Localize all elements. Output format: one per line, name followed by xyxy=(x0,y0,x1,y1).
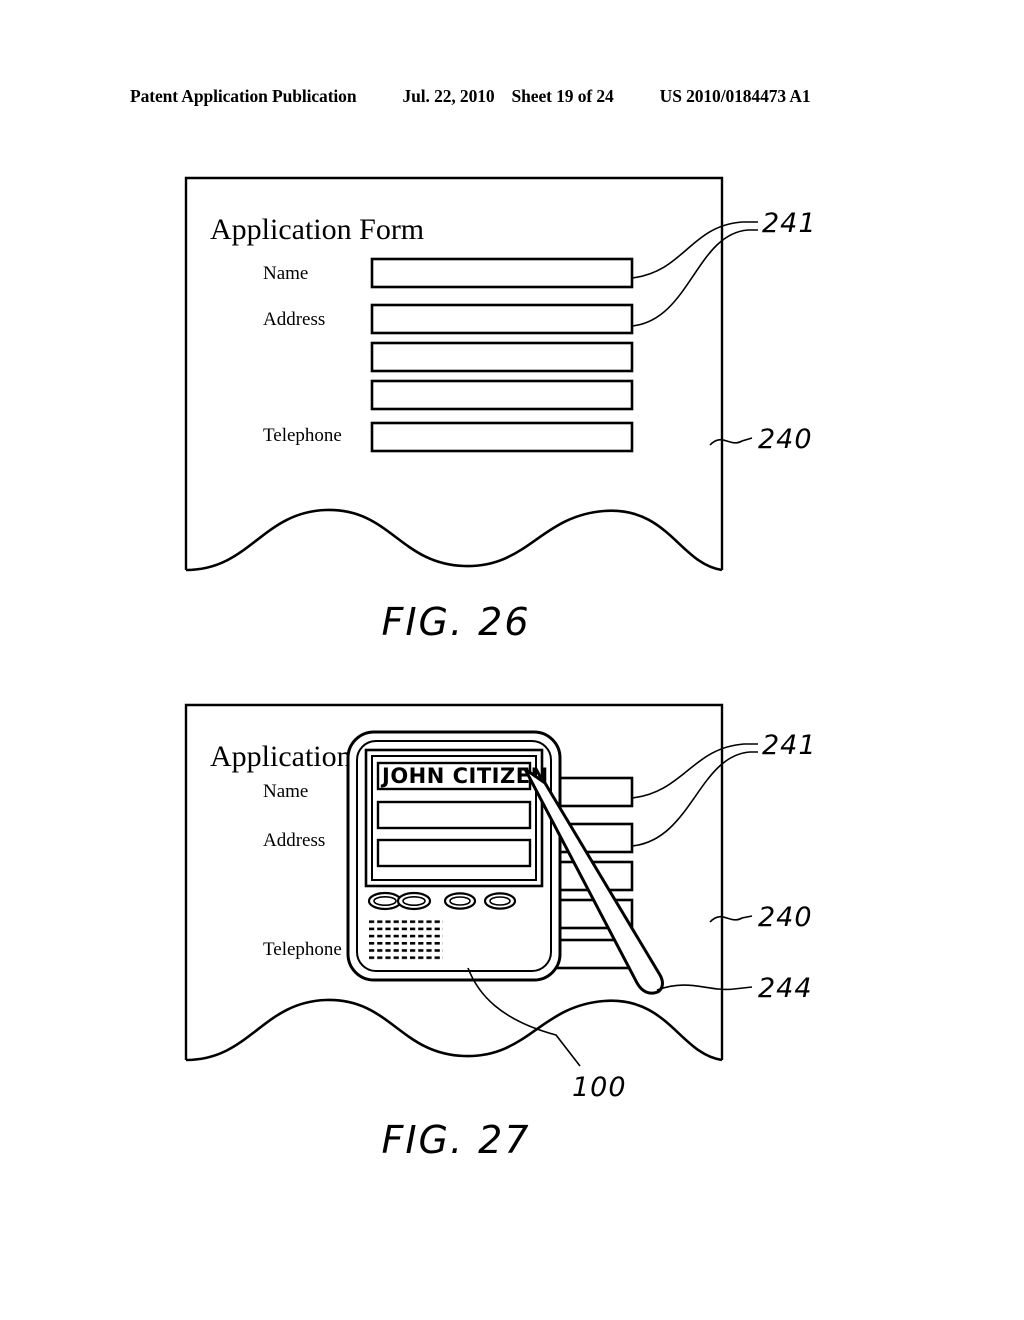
leader-line-241b-26 xyxy=(631,229,758,327)
reference-numeral-241-27: 241 xyxy=(762,730,817,761)
header-sheet-text: Sheet 19 of 24 xyxy=(511,86,614,106)
field-label-name-26: Name xyxy=(263,263,308,284)
figure-26-caption: FIG. 26 xyxy=(381,600,531,644)
handheld-device-100[interactable]: JOHN CITIZEN xyxy=(346,730,562,982)
device-screen-field-address[interactable] xyxy=(376,800,532,830)
torn-edge-26 xyxy=(185,508,723,572)
form-field-box-name-26[interactable] xyxy=(370,257,634,289)
leader-line-241a-26 xyxy=(631,221,758,279)
leader-line-240-27 xyxy=(709,915,753,923)
field-label-telephone-27: Telephone xyxy=(263,939,342,960)
leader-line-100-27 xyxy=(467,967,581,1067)
header-publication-text: Patent Application Publication xyxy=(130,86,357,106)
device-button-4[interactable] xyxy=(483,892,517,910)
field-label-address-26: Address xyxy=(263,309,325,330)
leader-line-241a-27 xyxy=(631,743,758,799)
figure-27: Application Form Name Address Telephone … xyxy=(0,690,1024,1190)
reference-numeral-100-27: 100 xyxy=(572,1072,627,1103)
reference-numeral-244-27: 244 xyxy=(758,973,813,1004)
field-label-address-27: Address xyxy=(263,830,325,851)
leader-line-240-26 xyxy=(709,437,753,446)
form-field-box-address2-26[interactable] xyxy=(370,341,634,373)
device-speaker-grille xyxy=(367,917,443,963)
figure-27-drawing: Application Form Name Address Telephone … xyxy=(184,703,817,1103)
field-label-name-27: Name xyxy=(263,781,308,802)
reference-numeral-240-27: 240 xyxy=(758,902,813,933)
figure-26-drawing: Application Form Name Address Telephone … xyxy=(184,176,817,572)
leader-line-244-27 xyxy=(656,984,753,991)
form-field-box-address-26[interactable] xyxy=(370,303,634,335)
device-button-1[interactable] xyxy=(367,891,403,911)
torn-edge-27 xyxy=(185,998,723,1062)
reference-numeral-241-26: 241 xyxy=(762,208,817,239)
form-field-box-telephone-26[interactable] xyxy=(370,421,634,453)
page-header: Patent Application Publication Jul. 22, … xyxy=(130,86,894,110)
device-button-2[interactable] xyxy=(396,891,432,911)
figure-27-caption: FIG. 27 xyxy=(381,1118,531,1162)
leader-line-241b-27 xyxy=(631,751,758,847)
device-screen-field-address2[interactable] xyxy=(376,838,532,868)
figure-26: Application Form Name Address Telephone … xyxy=(0,160,1024,660)
field-label-telephone-26: Telephone xyxy=(263,425,342,446)
device-button-3[interactable] xyxy=(443,892,477,910)
header-patent-number: US 2010/0184473 A1 xyxy=(659,86,811,106)
device-handwriting-text: JOHN CITIZEN xyxy=(380,764,549,788)
reference-numeral-240-26: 240 xyxy=(758,424,813,455)
header-date-text: Jul. 22, 2010 xyxy=(402,86,495,106)
form-field-box-address3-26[interactable] xyxy=(370,379,634,411)
form-title-26: Application Form xyxy=(210,213,424,246)
